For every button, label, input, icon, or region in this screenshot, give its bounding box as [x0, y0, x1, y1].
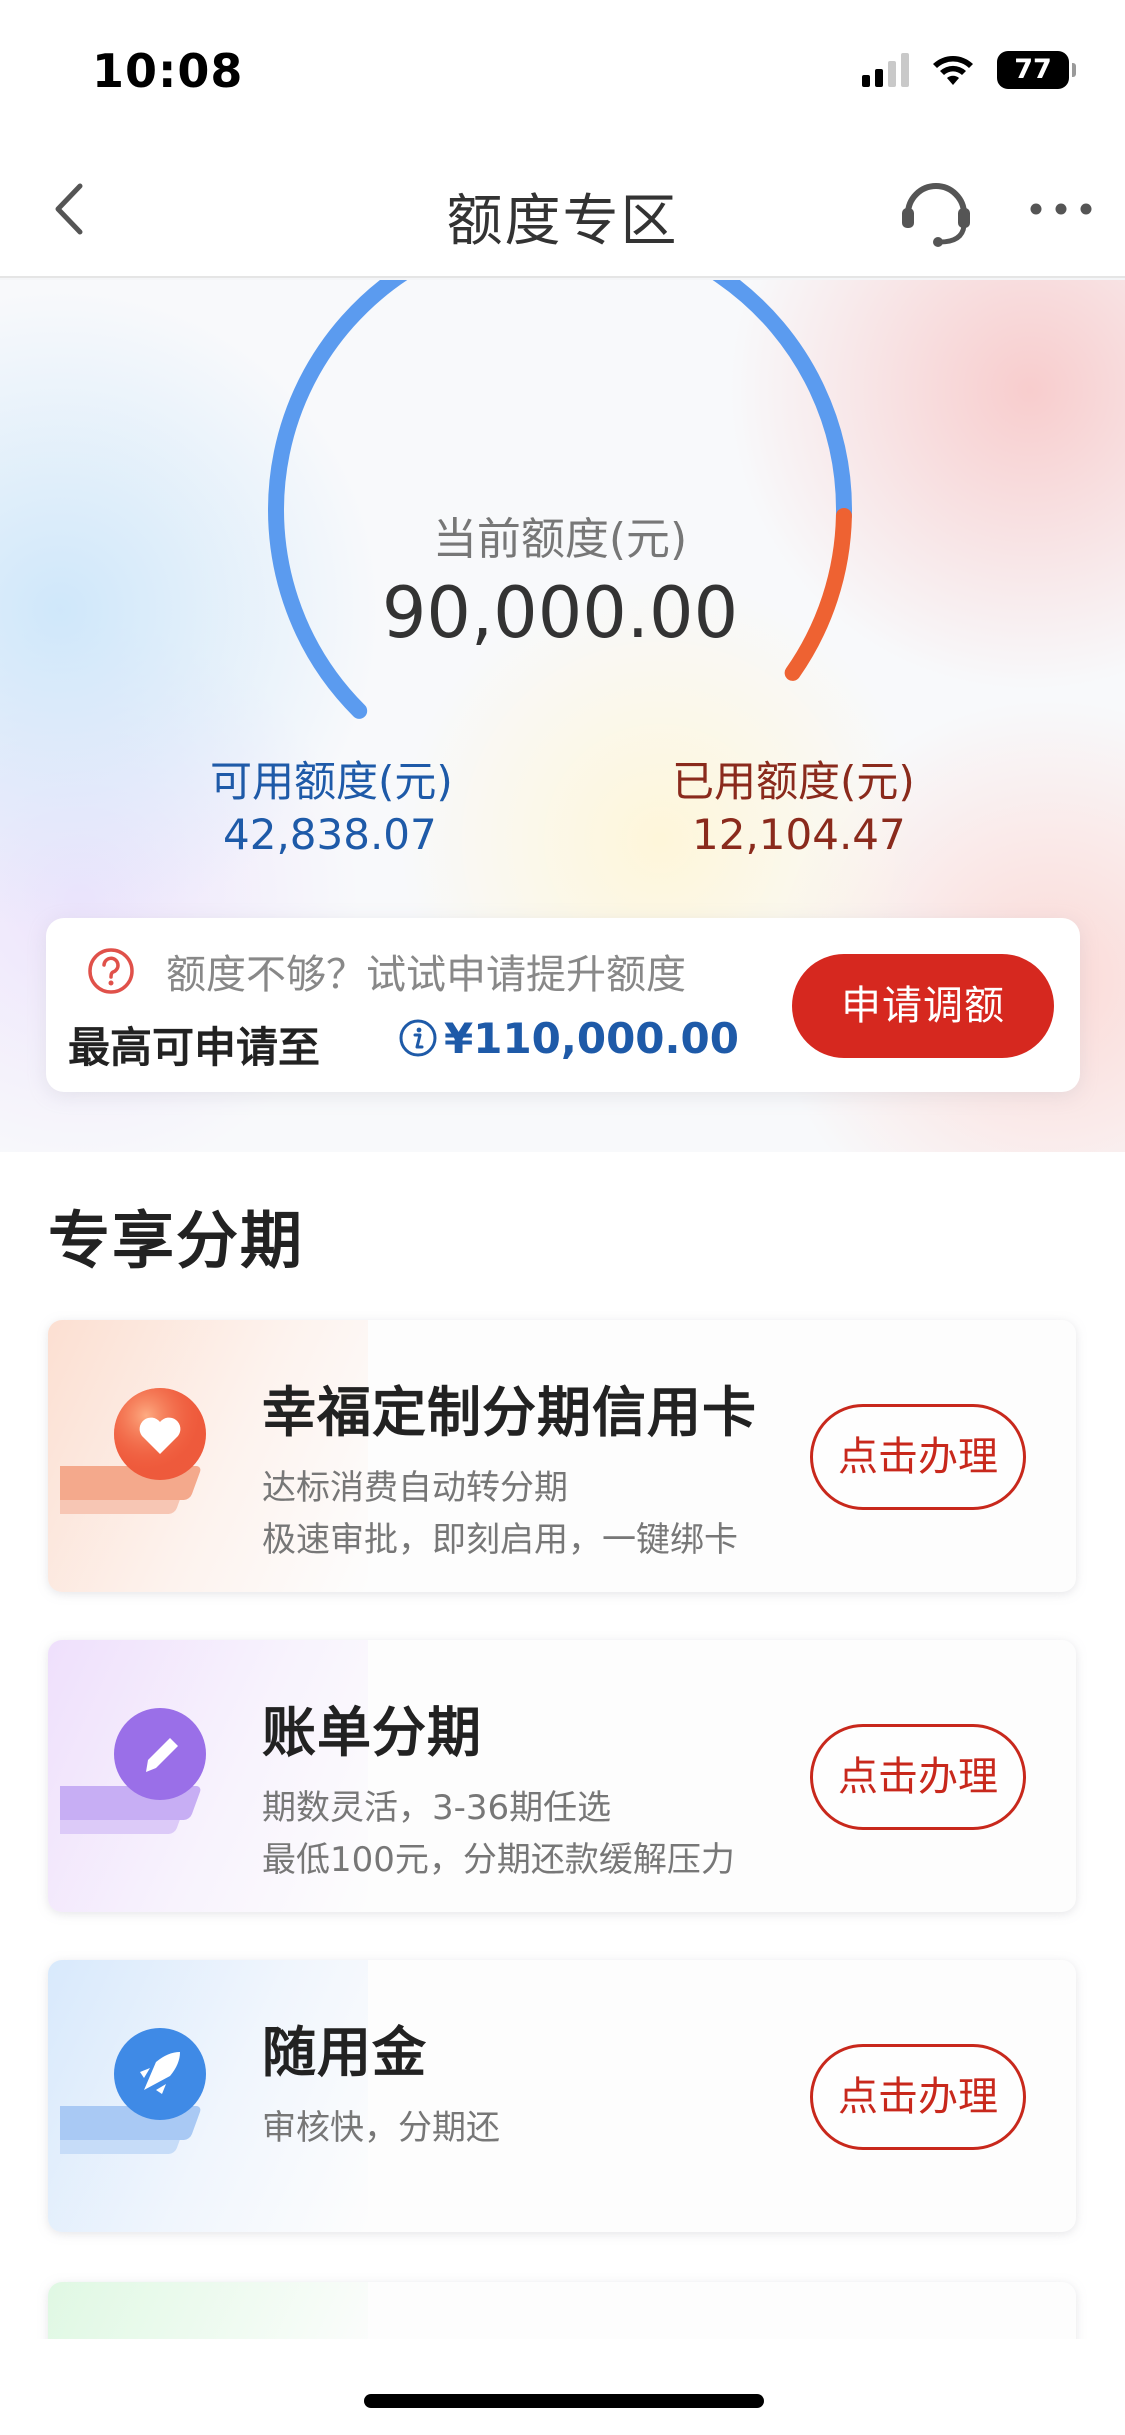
apply-now-button[interactable]: 点击办理: [810, 1724, 1026, 1830]
limit-increase-card: 额度不够？试试申请提升额度 最高可申请至 ¥110,000.00 申请调额: [46, 918, 1080, 1092]
apply-now-button[interactable]: 点击办理: [810, 2044, 1026, 2150]
battery-icon: 77: [997, 51, 1076, 89]
max-apply-label: 最高可申请至: [68, 1023, 321, 1072]
status-time: 10:08: [92, 44, 244, 98]
current-limit-value: 90,000.00: [381, 572, 739, 654]
max-apply-amount: ¥110,000.00: [444, 1014, 739, 1063]
product-card-flexible-cash[interactable]: 随用金 审核快，分期还 点击办理: [48, 1960, 1076, 2232]
product-desc-line1: 审核快，分期还: [262, 2108, 500, 2148]
product-desc-line2: 极速审批，即刻启用，一键绑卡: [262, 1520, 738, 1560]
pencil-icon: [60, 1708, 206, 1834]
limit-increase-hint: 额度不够？试试申请提升额度: [166, 952, 686, 998]
more-icon[interactable]: [1026, 194, 1096, 224]
section-title: 专享分期: [48, 1204, 305, 1277]
current-limit-label: 当前额度(元): [432, 514, 688, 565]
question-icon: [88, 948, 134, 994]
customer-service-icon[interactable]: [896, 170, 976, 250]
product-card-bill-installment[interactable]: 账单分期 期数灵活，3-36期任选 最低100元，分期还款缓解压力 点击办理: [48, 1640, 1076, 1912]
used-limit-label: 已用额度(元): [672, 757, 915, 806]
wifi-icon: [933, 56, 973, 85]
apply-now-button[interactable]: 点击办理: [810, 1404, 1026, 1510]
available-limit-value: 42,838.07: [223, 810, 437, 859]
nav-bar: 额度专区: [0, 140, 1125, 278]
product-desc-line1: 期数灵活，3-36期任选: [262, 1788, 612, 1828]
product-desc-line1: 达标消费自动转分期: [262, 1468, 568, 1508]
credit-summary: 当前额度(元) 90,000.00 可用额度(元) 42,838.07 已用额度…: [0, 218, 1125, 1152]
heart-icon: [60, 1388, 206, 1514]
home-indicator[interactable]: [364, 2394, 764, 2408]
rocket-icon: [60, 2028, 206, 2154]
product-title: 随用金: [262, 2021, 427, 2084]
available-limit-label: 可用额度(元): [210, 757, 453, 806]
product-title: 账单分期: [262, 1701, 482, 1764]
installment-section: 专享分期 幸福定制分期信用卡 达标消费自动转分期 极速审批，即刻启用，一键绑卡 …: [0, 1152, 1125, 2402]
status-icons: 77: [862, 48, 1076, 92]
cellular-signal-icon: [862, 53, 909, 87]
product-title: 幸福定制分期信用卡: [262, 1381, 757, 1444]
status-bar: 10:08 77: [0, 0, 1125, 140]
product-card-happiness-card[interactable]: 幸福定制分期信用卡 达标消费自动转分期 极速审批，即刻启用，一键绑卡 点击办理: [48, 1320, 1076, 1592]
credit-gauge: 当前额度(元) 90,000.00: [240, 218, 880, 760]
apply-adjust-button[interactable]: 申请调额: [792, 954, 1054, 1058]
product-desc-line2: 最低100元，分期还款缓解压力: [262, 1840, 735, 1880]
used-limit-value: 12,104.47: [692, 810, 906, 859]
info-icon[interactable]: [398, 1018, 438, 1058]
bottom-bar: [0, 2339, 1125, 2435]
